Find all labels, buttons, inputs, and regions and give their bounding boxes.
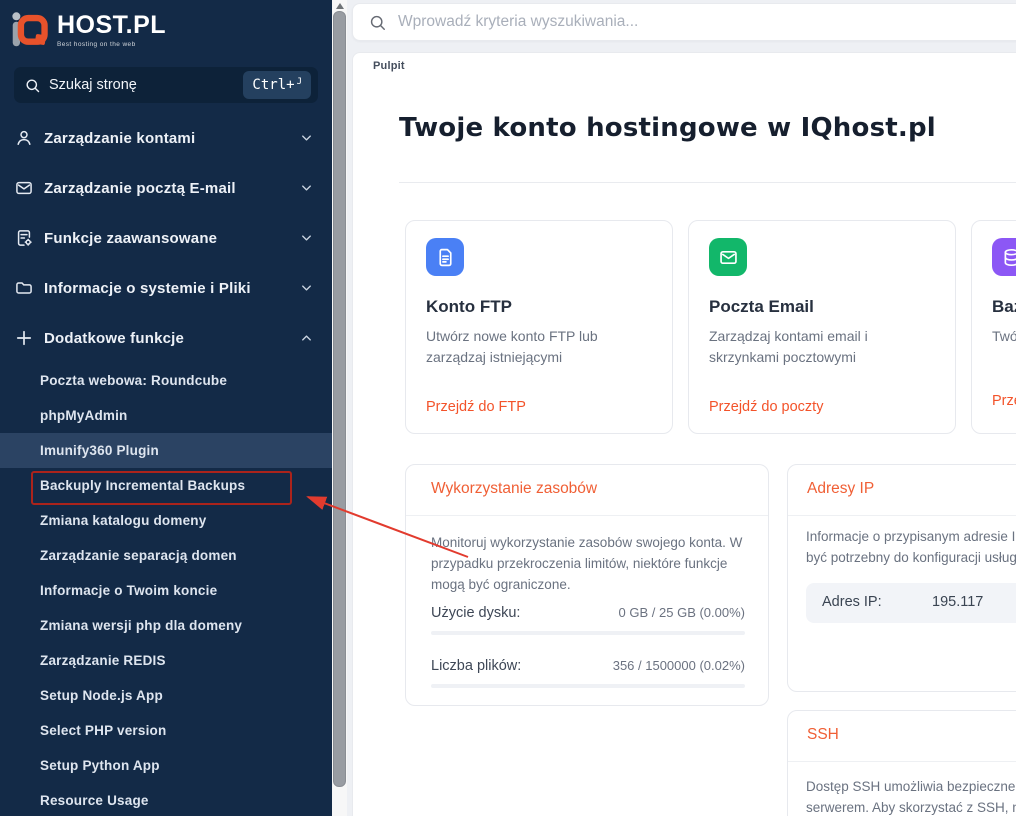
scrollbar-thumb[interactable] bbox=[333, 11, 346, 787]
chevron-down-icon bbox=[299, 231, 314, 246]
sidebar-scrollbar[interactable] bbox=[332, 0, 347, 816]
submenu-item-select-php[interactable]: Select PHP version bbox=[0, 713, 332, 748]
card-title: SSH bbox=[807, 726, 839, 744]
plus-icon bbox=[14, 328, 34, 348]
scrollbar-up-arrow-icon[interactable] bbox=[336, 3, 344, 9]
chevron-down-icon bbox=[299, 181, 314, 196]
sidebar-search-input[interactable] bbox=[49, 77, 209, 93]
disk-usage-row: Użycie dysku: 0 GB / 25 GB (0.00%) bbox=[431, 605, 745, 621]
card-description: Utwórz nowe konto FTP lub zarządzaj istn… bbox=[426, 326, 658, 368]
breadcrumb[interactable]: Pulpit bbox=[373, 60, 405, 72]
disk-usage-value: 0 GB / 25 GB (0.00%) bbox=[619, 605, 745, 620]
sidebar-item-dodatkowe-funkcje[interactable]: Dodatkowe funkcje bbox=[0, 313, 332, 363]
card-description: Zarządzaj kontami email i skrzynkami poc… bbox=[709, 326, 941, 368]
card-title: Poczta Email bbox=[709, 297, 814, 317]
submenu-item-informacje-konto[interactable]: Informacje o Twoim koncie bbox=[0, 573, 332, 608]
chevron-up-icon bbox=[299, 331, 314, 346]
user-icon bbox=[14, 128, 34, 148]
envelope-icon bbox=[718, 247, 739, 268]
search-icon bbox=[368, 13, 387, 32]
ip-description-line1: Informacje o przypisanym adresie IP, któ… bbox=[806, 529, 1016, 544]
ssh-card: SSH Dostęp SSH umożliwia bezpieczne połą… bbox=[787, 710, 1016, 816]
sidebar-item-label: Dodatkowe funkcje bbox=[44, 330, 184, 347]
sidebar-item-label: Zarządzanie kontami bbox=[44, 130, 195, 147]
divider bbox=[406, 515, 768, 516]
file-count-row: Liczba plików: 356 / 1500000 (0.02%) bbox=[431, 658, 745, 674]
app-logo[interactable]: HOST.PL Best hosting on the web bbox=[10, 8, 166, 50]
sidebar: HOST.PL Best hosting on the web Ctrl+J Z… bbox=[0, 0, 332, 816]
ip-address-row: Adres IP: 195.117 bbox=[806, 583, 1016, 623]
document-icon bbox=[435, 247, 456, 268]
disk-usage-label: Użycie dysku: bbox=[431, 605, 520, 621]
sidebar-submenu: Poczta webowa: Roundcube phpMyAdmin Imun… bbox=[0, 363, 332, 816]
folder-icon bbox=[14, 278, 34, 298]
card-title: Konto FTP bbox=[426, 297, 512, 317]
ftp-card-icon-bg bbox=[426, 238, 464, 276]
ip-description-line2: być potrzebny do konfiguracji usług zewn… bbox=[806, 550, 1016, 565]
file-count-progressbar bbox=[431, 684, 745, 688]
submenu-item-zmiana-wersji-php[interactable]: Zmiana wersji php dla domeny bbox=[0, 608, 332, 643]
card-description: Monitoruj wykorzystanie zasobów swojego … bbox=[431, 532, 751, 595]
submenu-item-python[interactable]: Setup Python App bbox=[0, 748, 332, 783]
ftp-link[interactable]: Przejdź do FTP bbox=[426, 399, 526, 415]
screen: HOST.PL Best hosting on the web Ctrl+J Z… bbox=[0, 0, 1016, 816]
databases-link[interactable]: Przejdź do baz danych bbox=[992, 393, 1016, 409]
card-title: Bazy danych bbox=[992, 297, 1016, 317]
sidebar-item-zarzadzanie-kontami[interactable]: Zarządzanie kontami bbox=[0, 113, 332, 163]
main-content: Pulpit Twoje konto hostingowe w IQhost.p… bbox=[352, 52, 1016, 816]
logo-tagline: Best hosting on the web bbox=[57, 41, 166, 48]
sidebar-item-label: Zarządzanie pocztą E-mail bbox=[44, 180, 236, 197]
card-title: Adresy IP bbox=[807, 480, 874, 498]
doc-gear-icon bbox=[14, 228, 34, 248]
ftp-card: Konto FTP Utwórz nowe konto FTP lub zarz… bbox=[405, 220, 673, 434]
card-title: Wykorzystanie zasobów bbox=[431, 480, 597, 498]
global-search-input[interactable] bbox=[398, 13, 958, 31]
submenu-item-separacja-domen[interactable]: Zarządzanie separacją domen bbox=[0, 538, 332, 573]
sidebar-item-label: Informacje o systemie i Pliki bbox=[44, 280, 251, 297]
databases-card: Bazy danych Twórz i zarządzaj bazami dan… bbox=[971, 220, 1016, 434]
divider bbox=[399, 182, 1016, 183]
sidebar-item-label: Funkcje zaawansowane bbox=[44, 230, 217, 247]
global-search-bar[interactable] bbox=[352, 3, 1016, 41]
search-icon bbox=[24, 77, 41, 94]
sidebar-search[interactable]: Ctrl+J bbox=[14, 67, 318, 103]
chevron-down-icon bbox=[299, 281, 314, 296]
chevron-down-icon bbox=[299, 131, 314, 146]
sidebar-item-zarzadzanie-poczta[interactable]: Zarządzanie pocztą E-mail bbox=[0, 163, 332, 213]
ip-address-value: 195.117 bbox=[932, 594, 983, 610]
sidebar-menu: Zarządzanie kontami Zarządzanie pocztą E… bbox=[0, 113, 332, 363]
email-card-icon-bg bbox=[709, 238, 747, 276]
submenu-item-roundcube[interactable]: Poczta webowa: Roundcube bbox=[0, 363, 332, 398]
page-title: Twoje konto hostingowe w IQhost.pl bbox=[399, 113, 936, 143]
card-description: Twórz i zarządzaj bazami danych bbox=[992, 326, 1016, 347]
ssh-description-line2: serwerem. Aby skorzystać z SSH, należy w… bbox=[806, 800, 1016, 815]
submenu-item-zmiana-katalogu[interactable]: Zmiana katalogu domeny bbox=[0, 503, 332, 538]
submenu-item-resource-usage[interactable]: Resource Usage bbox=[0, 783, 332, 816]
submenu-item-redis[interactable]: Zarządzanie REDIS bbox=[0, 643, 332, 678]
divider bbox=[788, 761, 1016, 762]
file-count-value: 356 / 1500000 (0.02%) bbox=[613, 658, 745, 673]
submenu-item-backuply[interactable]: Backuply Incremental Backups bbox=[0, 468, 332, 503]
divider bbox=[788, 515, 1016, 516]
email-link[interactable]: Przejdź do poczty bbox=[709, 399, 823, 415]
email-card: Poczta Email Zarządzaj kontami email i s… bbox=[688, 220, 956, 434]
iq-logo-icon bbox=[10, 8, 50, 50]
mail-icon bbox=[14, 178, 34, 198]
shortcut-badge: Ctrl+J bbox=[243, 71, 311, 99]
logo-name: HOST.PL bbox=[57, 12, 166, 38]
submenu-item-imunify360[interactable]: Imunify360 Plugin bbox=[0, 433, 332, 468]
disk-usage-progressbar bbox=[431, 631, 745, 635]
resources-card: Wykorzystanie zasobów Monitoruj wykorzys… bbox=[405, 464, 769, 706]
database-icon bbox=[1001, 247, 1016, 268]
file-count-label: Liczba plików: bbox=[431, 658, 521, 674]
ip-card: Adresy IP Informacje o przypisanym adres… bbox=[787, 464, 1016, 692]
submenu-item-nodejs[interactable]: Setup Node.js App bbox=[0, 678, 332, 713]
ip-address-label: Adres IP: bbox=[822, 594, 882, 610]
sidebar-item-funkcje-zaawansowane[interactable]: Funkcje zaawansowane bbox=[0, 213, 332, 263]
submenu-item-phpmyadmin[interactable]: phpMyAdmin bbox=[0, 398, 332, 433]
ssh-description-line1: Dostęp SSH umożliwia bezpieczne połączen… bbox=[806, 779, 1016, 794]
sidebar-item-informacje-o-systemie[interactable]: Informacje o systemie i Pliki bbox=[0, 263, 332, 313]
databases-card-icon-bg bbox=[992, 238, 1016, 276]
